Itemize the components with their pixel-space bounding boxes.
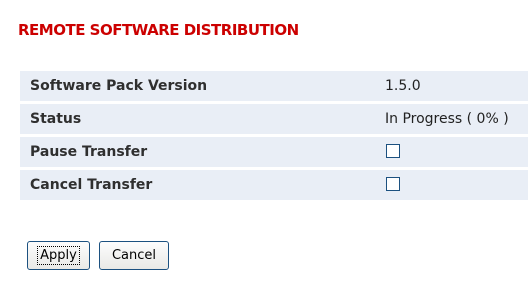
cancel-button-label: Cancel [111, 248, 157, 263]
cancel-transfer-label: Cancel Transfer [30, 177, 153, 193]
status-label: Status [30, 111, 82, 127]
cancel-button[interactable]: Cancel [99, 241, 169, 270]
row-software-pack-version: Software Pack Version 1.5.0 [20, 71, 528, 101]
pause-transfer-checkbox[interactable] [386, 144, 400, 158]
software-pack-version-value: 1.5.0 [385, 78, 421, 94]
apply-button-label: Apply [37, 246, 80, 265]
software-pack-version-label: Software Pack Version [30, 78, 208, 94]
row-cancel-transfer: Cancel Transfer [20, 170, 528, 200]
page-title: REMOTE SOFTWARE DISTRIBUTION [18, 21, 299, 39]
apply-button[interactable]: Apply [27, 241, 90, 270]
status-value: In Progress ( 0% ) [385, 111, 509, 127]
pause-transfer-label: Pause Transfer [30, 144, 148, 160]
row-status: Status In Progress ( 0% ) [20, 104, 528, 134]
row-pause-transfer: Pause Transfer [20, 137, 528, 167]
cancel-transfer-checkbox[interactable] [386, 177, 400, 191]
